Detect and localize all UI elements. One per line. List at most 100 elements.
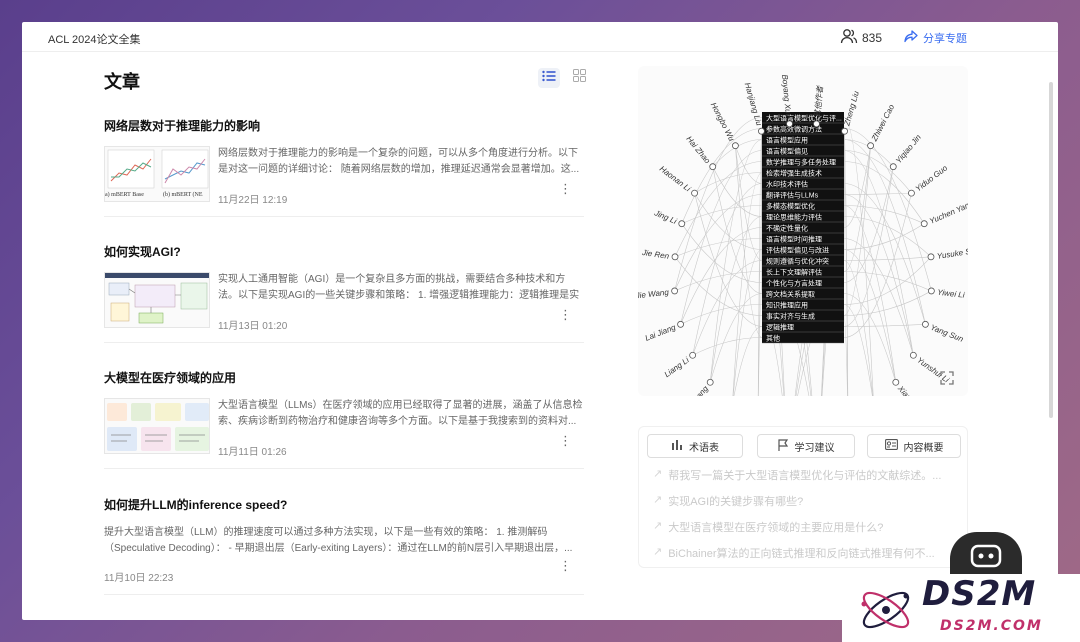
suggested-question[interactable]: ↗ 大型语言模型在医疗领域的主要应用是什么? (653, 519, 949, 535)
suggested-question[interactable]: ↗ 帮我写一篇关于大型语言模型优化与评估的文献综述。... (653, 467, 949, 483)
author-node[interactable] (867, 142, 874, 150)
tab-learning-suggestions[interactable]: 学习建议 (757, 434, 855, 458)
author-node[interactable] (691, 189, 698, 197)
question-text: 大型语言模型在医疗领域的主要应用是什么? (668, 522, 884, 534)
topic-label[interactable]: 个性化与方言处理 (766, 279, 822, 288)
more-options-icon[interactable]: ⋮ (559, 433, 572, 449)
topic-label[interactable]: 语言模型时间推理 (766, 235, 822, 244)
topic-label[interactable]: 理论思维能力评估 (766, 213, 822, 222)
grid-view-button[interactable] (568, 68, 590, 88)
author-node[interactable] (927, 287, 935, 295)
author-node[interactable] (892, 378, 900, 386)
topic-label[interactable]: 知识推理应用 (766, 301, 808, 310)
author-label[interactable]: Liang Li (663, 355, 691, 379)
topic-label[interactable]: 语言模型应用 (766, 136, 808, 145)
suggested-question[interactable]: ↗ BiChainer算法的正向链式推理和反向链式推理有何不... (653, 545, 949, 561)
author-label[interactable]: Haonan Li (658, 164, 693, 193)
tab-glossary[interactable]: 术语表 (647, 434, 743, 458)
author-node[interactable] (909, 351, 917, 359)
topic-label[interactable]: 参数高效微调方法 (766, 125, 822, 134)
article-item[interactable]: 网络层数对于推理能力的影响 a) mBERT Base (b) mBERT (N… (104, 117, 584, 206)
author-label[interactable]: Hongbo Wu (709, 101, 737, 143)
author-label[interactable]: Yusuke Sakai (936, 245, 986, 261)
article-title[interactable]: 网络层数对于推理能力的影响 (104, 117, 584, 134)
author-node[interactable] (813, 120, 820, 128)
author-label[interactable]: Yiduo Guo (914, 163, 950, 193)
more-options-icon[interactable]: ⋮ (559, 181, 572, 197)
graph-link (843, 256, 932, 305)
article-summary: 提升大型语言模型（LLM）的推理速度可以通过多种方法实现，以下是一些有效的策略：… (104, 527, 573, 554)
app-title: ACL 2024论文全集 (48, 34, 141, 46)
author-label[interactable]: Hanjiang Liu (743, 82, 764, 128)
topic-label[interactable]: 多模态模型优化 (766, 202, 815, 211)
topic-label[interactable]: 跨文档关系提取 (766, 290, 815, 299)
topic-label[interactable]: 不确定性量化 (766, 224, 808, 233)
author-label[interactable]: Yiwei Li (937, 288, 965, 300)
user-count-button[interactable]: 835 (840, 28, 882, 47)
author-label[interactable]: Zhiwei Cao (869, 103, 896, 144)
tab-content-summary[interactable]: 内容概要 (867, 434, 961, 458)
article-item[interactable]: 如何实现AGI? 实现人工通用智能（AGI）是一个复杂且多方面的挑战，需要结合多… (104, 243, 584, 332)
scrollbar[interactable] (1049, 82, 1053, 418)
author-node[interactable] (922, 320, 929, 328)
graph-canvas[interactable]: 大型语言模型优化与评... 参数高效微调方法语言模型应用语言模型偏见数学推理与多任… (634, 66, 986, 493)
topic-author-graph[interactable]: 大型语言模型优化与评... 参数高效微调方法 语言模型应用 语言模型偏见数学推理与多任… (634, 66, 986, 493)
question-text: BiChainer算法的正向链式推理和反向链式推理有何不... (668, 548, 935, 560)
author-node[interactable] (920, 220, 928, 228)
article-title[interactable]: 如何提升LLM的inference speed? (104, 496, 584, 513)
author-label[interactable]: Yuchen Yang (928, 199, 975, 226)
author-label[interactable]: Jie Ren (641, 248, 671, 261)
share-topic-button[interactable]: 分享专题 (904, 30, 967, 46)
author-label[interactable]: Jing Li (652, 208, 678, 226)
suggested-question[interactable]: ↗ 实现AGI的关键步骤有哪些? (653, 493, 949, 509)
list-view-button[interactable] (538, 68, 560, 88)
author-label[interactable]: Zheng Liu (842, 90, 861, 128)
topic-label[interactable]: 翻译评估与LLMs (766, 191, 819, 200)
author-node[interactable] (841, 127, 848, 135)
more-options-icon[interactable]: ⋮ (559, 558, 572, 574)
topic-label[interactable]: 逻辑推理 (766, 323, 794, 332)
author-node[interactable] (678, 220, 686, 228)
author-node[interactable] (732, 142, 739, 150)
author-label[interactable]: Hai Zhao (684, 134, 712, 165)
author-node[interactable] (908, 189, 915, 197)
author-label[interactable]: Jie Wang (634, 288, 670, 301)
article-item[interactable]: 大模型在医疗领域的应用 大型语言模型（LLMs）在医疗领域的应用已经取得了显著的… (104, 369, 584, 458)
author-node[interactable] (706, 378, 714, 386)
app-window: ACL 2024论文全集 835 分享专题 文章 网络层数对于推理能力的影响 a… (22, 22, 1058, 620)
author-node[interactable] (758, 127, 765, 135)
author-node[interactable] (671, 287, 679, 295)
topic-label[interactable]: 检索增强生成技术 (766, 169, 822, 178)
article-title[interactable]: 如何实现AGI? (104, 243, 584, 260)
article-item[interactable]: 如何提升LLM的inference speed? 提升大型语言模型（LLM）的推… (104, 496, 584, 584)
topic-label[interactable]: 其他 (766, 334, 780, 343)
author-node[interactable] (689, 351, 697, 359)
author-node[interactable] (786, 120, 793, 128)
topic-label[interactable]: 长上下文理解评估 (766, 268, 822, 277)
arrow-icon: ↗ (653, 546, 663, 558)
topic-label[interactable]: 大型语言模型优化与评... (766, 114, 842, 123)
author-label[interactable]: Yang Sun (929, 323, 965, 344)
topic-label[interactable]: 规则遵循与优化冲突 (766, 257, 829, 266)
topic-label[interactable]: 水印技术评估 (766, 180, 808, 189)
author-node[interactable] (889, 163, 897, 171)
author-label[interactable]: Min Zhang (678, 384, 710, 419)
author-node[interactable] (709, 163, 717, 171)
author-label[interactable]: Yiqiao Jin (894, 132, 923, 165)
thumb-caption-right: (b) mBERT (NE (163, 192, 203, 198)
topic-label[interactable]: 数学推理与多任务处理 (766, 158, 836, 167)
author-label[interactable]: Xiang Li (895, 383, 922, 412)
topic-label[interactable]: 语言模型偏见 (766, 147, 808, 156)
topic-label[interactable]: 事实对齐与生成 (766, 312, 815, 321)
author-label[interactable]: Lai Jiang (644, 323, 678, 343)
author-node[interactable] (677, 320, 684, 328)
author-node[interactable] (927, 253, 935, 261)
article-title[interactable]: 大模型在医疗领域的应用 (104, 369, 584, 386)
expand-icon[interactable] (940, 371, 954, 390)
author-node[interactable] (671, 253, 679, 261)
topic-label[interactable]: 评估模型偏见与改进 (766, 246, 829, 255)
divider (104, 342, 584, 343)
section-title: 文章 (104, 72, 140, 92)
more-options-icon[interactable]: ⋮ (559, 307, 572, 323)
article-summary: 网络层数对于推理能力的影响是一个复杂的问题，可以从多个角度进行分析。以下是对这一… (218, 148, 580, 175)
